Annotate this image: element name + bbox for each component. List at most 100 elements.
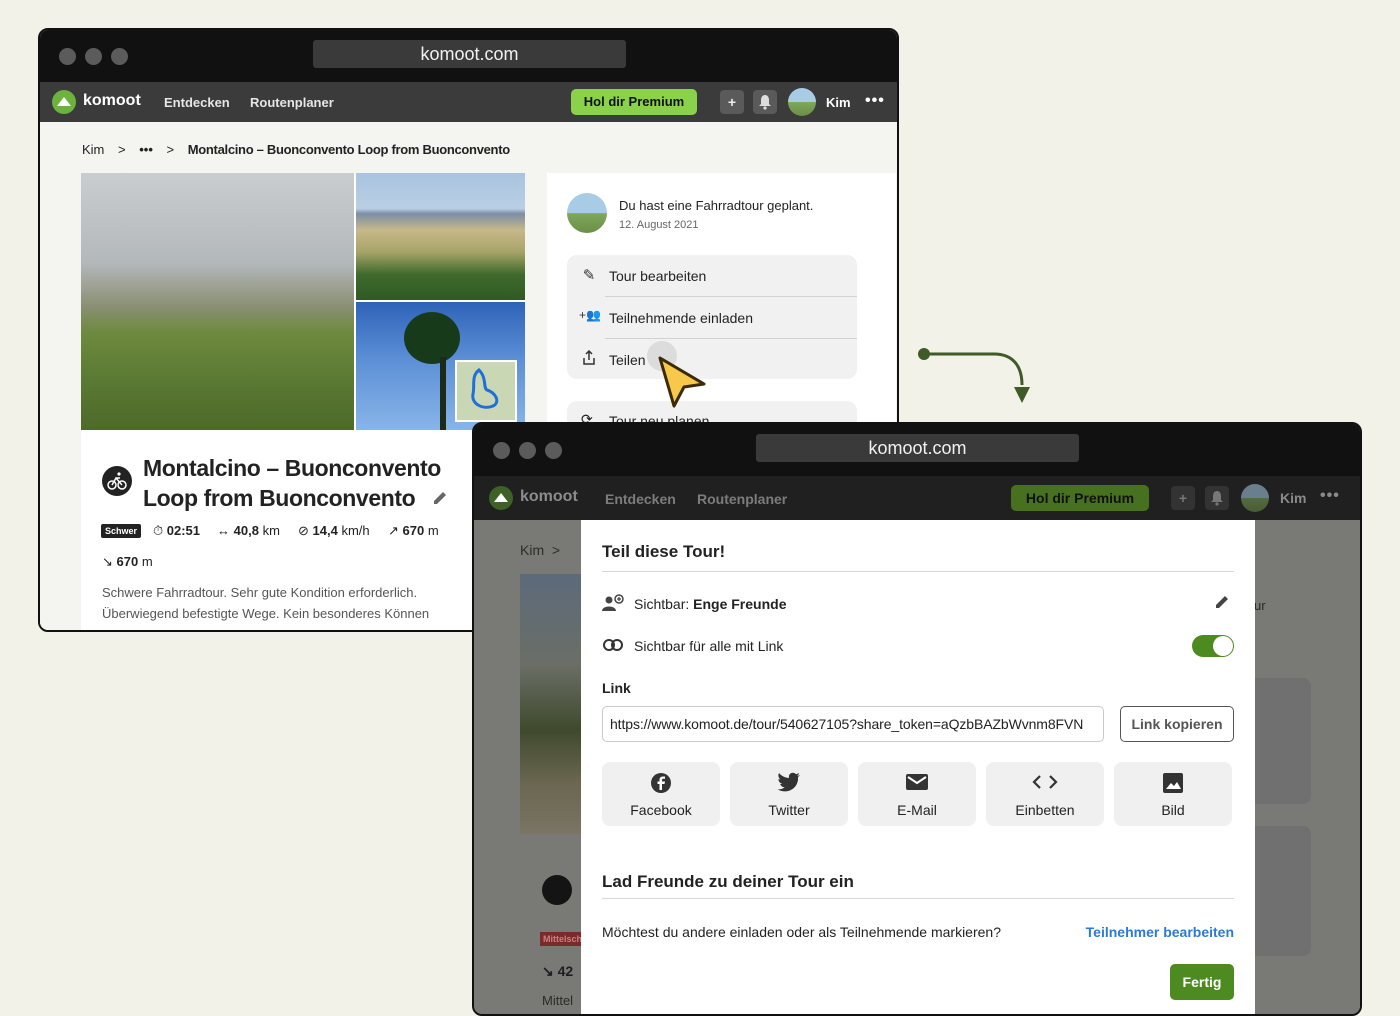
link-chain-icon — [603, 638, 623, 656]
share-twitter-button[interactable]: Twitter — [730, 762, 848, 826]
tour-photo-bottom-right[interactable] — [356, 302, 525, 430]
top-navbar: komoot Entdecken Routenplaner Hol dir Pr… — [474, 476, 1360, 520]
share-image-button[interactable]: Bild — [1114, 762, 1232, 826]
tree-shape — [404, 312, 460, 364]
duration-stat: ⏱ 02:51 — [153, 523, 201, 538]
komoot-logo-icon[interactable] — [489, 486, 513, 510]
browser-window-2: komoot.com komoot Entdecken Routenplaner… — [472, 422, 1362, 1016]
menu-item-edit-tour[interactable]: ✎ Tour bearbeiten — [567, 255, 857, 297]
difficulty-badge: Schwer — [101, 524, 142, 538]
dialog-title-divider — [602, 571, 1234, 572]
elevation-down-stat: ↘ 670 m — [102, 554, 153, 569]
user-name[interactable]: Kim — [826, 95, 851, 110]
route-map-thumbnail[interactable] — [455, 360, 517, 422]
bell-icon[interactable] — [1205, 486, 1229, 510]
distance-arrows-icon: ↔ — [217, 523, 230, 538]
nav-link-entdecken[interactable]: Entdecken — [605, 491, 676, 507]
breadcrumb-item-user[interactable]: Kim — [82, 142, 104, 157]
link-heading: Link — [602, 680, 631, 696]
more-menu-icon[interactable]: ••• — [865, 92, 885, 110]
nav-link-entdecken[interactable]: Entdecken — [164, 95, 230, 110]
premium-button[interactable]: Hol dir Premium — [571, 89, 697, 115]
add-people-icon: +👥 — [579, 308, 601, 322]
chevron-right-icon: > — [118, 142, 126, 157]
mail-icon — [858, 772, 976, 798]
elevation-up-stat: ↗ 670 m — [388, 523, 439, 538]
distance-stat: ↔ 40,8 km — [217, 523, 280, 538]
share-email-button[interactable]: E-Mail — [858, 762, 976, 826]
user-avatar[interactable] — [1241, 484, 1269, 512]
premium-button[interactable]: Hol dir Premium — [1011, 485, 1149, 511]
twitter-icon — [730, 772, 848, 798]
plus-square-icon[interactable]: + — [720, 90, 744, 114]
tour-description-line-2: Überwiegend befestigte Wege. Kein besond… — [102, 606, 430, 621]
pencil-icon: ✎ — [582, 267, 596, 284]
share-link-field[interactable]: https://www.komoot.de/tour/540627105?sha… — [602, 706, 1104, 742]
window-close-dot[interactable] — [59, 48, 76, 65]
bg-menu-box-2 — [1254, 826, 1311, 956]
share-icon — [579, 349, 599, 370]
tour-title: Montalcino – Buonconvento Loop from Buon… — [143, 455, 441, 511]
bell-icon[interactable] — [753, 90, 777, 114]
address-bar[interactable]: komoot.com — [313, 40, 626, 68]
bg-stat: ↘ 42 — [542, 963, 574, 979]
activity-date: 12. August 2021 — [619, 219, 699, 231]
top-navbar: komoot Entdecken Routenplaner Hol dir Pr… — [40, 82, 897, 122]
plus-square-icon[interactable]: + — [1171, 486, 1195, 510]
menu-item-invite-participants[interactable]: +👥 Teilnehmende einladen — [567, 297, 857, 339]
tree-trunk — [440, 357, 446, 430]
stopwatch-icon: ⏱ — [153, 523, 164, 538]
tour-card: Montalcino – Buonconvento Loop from Buon… — [81, 173, 525, 630]
share-embed-button[interactable]: Einbetten — [986, 762, 1104, 826]
invite-divider — [602, 898, 1234, 899]
nav-link-routenplaner[interactable]: Routenplaner — [250, 95, 334, 110]
user-avatar[interactable] — [788, 88, 816, 116]
done-button[interactable]: Fertig — [1170, 964, 1234, 1000]
bg-sport-icon — [542, 875, 572, 905]
pencil-edit-icon[interactable] — [431, 489, 449, 512]
speed-stat: ⊘ 14,4 km/h — [298, 523, 370, 538]
window-minimize-dot[interactable] — [519, 442, 536, 459]
activity-avatar[interactable] — [567, 193, 607, 233]
link-visibility-toggle[interactable] — [1192, 635, 1234, 657]
window-close-dot[interactable] — [493, 442, 510, 459]
user-name[interactable]: Kim — [1280, 490, 1306, 506]
share-buttons-row: Facebook Twitter E-Mail Einbetten Bild — [602, 762, 1234, 828]
copy-link-button[interactable]: Link kopieren — [1120, 706, 1234, 742]
link-toggle-label: Sichtbar für alle mit Link — [634, 638, 784, 654]
address-bar[interactable]: komoot.com — [756, 434, 1079, 462]
visibility-value: Enge Freunde — [693, 596, 787, 612]
bg-photo — [520, 574, 590, 834]
share-facebook-button[interactable]: Facebook — [602, 762, 720, 826]
breadcrumb-item-current: Montalcino – Buonconvento Loop from Buon… — [187, 142, 510, 157]
tour-photo-main[interactable] — [81, 173, 354, 430]
nav-link-routenplaner[interactable]: Routenplaner — [697, 491, 787, 507]
more-menu-icon[interactable]: ••• — [1320, 487, 1340, 505]
edit-participants-link[interactable]: Teilnehmer bearbeiten — [1086, 924, 1234, 940]
breadcrumb-item-more[interactable]: ••• — [139, 142, 153, 157]
visibility-edit-pencil-icon[interactable] — [1213, 593, 1231, 616]
tour-description-line-1: Schwere Fahrradtour. Sehr gute Kondition… — [102, 585, 418, 600]
window-maximize-dot[interactable] — [545, 442, 562, 459]
image-icon — [1114, 772, 1232, 800]
speed-icon: ⊘ — [298, 523, 309, 538]
mouse-cursor-icon — [658, 356, 706, 408]
tour-photo-top-right[interactable] — [356, 173, 525, 300]
window-maximize-dot[interactable] — [111, 48, 128, 65]
arrow-down-right-icon: ↘ — [102, 554, 113, 569]
menu-item-share[interactable]: Teilen — [567, 339, 857, 381]
window-minimize-dot[interactable] — [85, 48, 102, 65]
breadcrumb: Kim > ••• > Montalcino – Buonconvento Lo… — [82, 142, 510, 157]
bg-breadcrumb: Kim > — [520, 542, 561, 558]
komoot-logo-text[interactable]: komoot — [83, 92, 141, 110]
visibility-person-icon — [602, 594, 624, 617]
chevron-right-icon: > — [166, 142, 175, 157]
facebook-icon — [602, 772, 720, 800]
title-bar: komoot.com — [40, 30, 897, 82]
bg-badge: Mittelsch — [540, 932, 586, 946]
visibility-text: Sichtbar: Enge Freunde — [634, 596, 787, 612]
komoot-logo-icon[interactable] — [52, 90, 76, 114]
activity-text: Du hast eine Fahrradtour geplant. — [619, 198, 814, 213]
transition-arrow-icon — [918, 348, 1030, 403]
komoot-logo-text[interactable]: komoot — [520, 488, 578, 506]
